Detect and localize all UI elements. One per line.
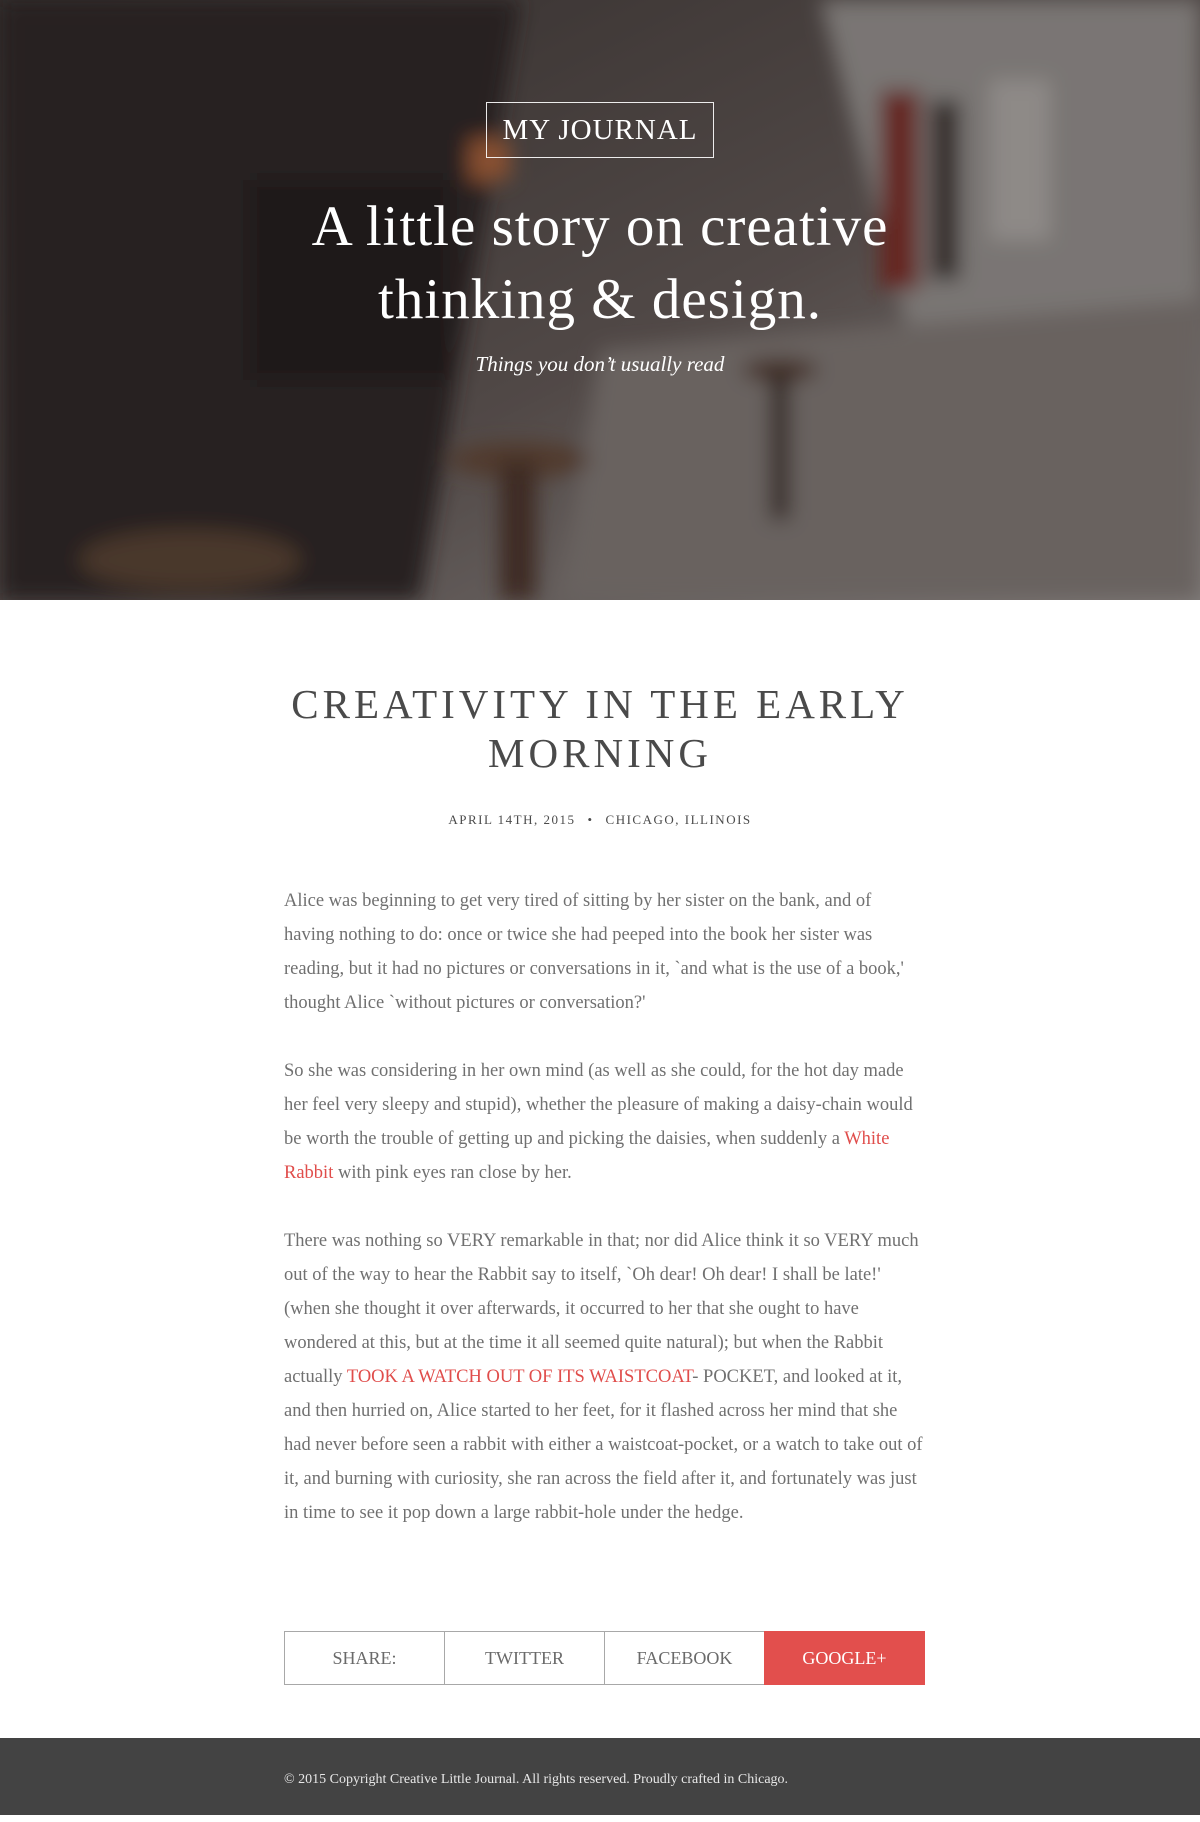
paragraph-3-text-end: - POCKET, and looked at it, and then hur… xyxy=(284,1367,923,1523)
paragraph-3-text-start: There was nothing so VERY remarkable in … xyxy=(284,1231,919,1387)
site-logo-link[interactable]: MY JOURNAL xyxy=(486,102,714,158)
share-bar: SHARE: TWITTER FACEBOOK GOOGLE+ xyxy=(284,1631,925,1685)
hero-banner: MY JOURNAL A little story on creative th… xyxy=(0,0,1200,600)
post-body: Alice was beginning to get very tired of… xyxy=(284,884,926,1564)
post-location: CHICAGO, ILLINOIS xyxy=(605,812,752,827)
googleplus-share-button[interactable]: GOOGLE+ xyxy=(764,1631,925,1685)
post-title: CREATIVITY IN THE EARLY MORNING xyxy=(0,680,1200,778)
hero-headline: A little story on creative thinking & de… xyxy=(0,190,1200,336)
paragraph-2-text-end: with pink eyes ran close by her. xyxy=(333,1163,572,1183)
footer-copyright: © 2015 Copyright Creative Little Journal… xyxy=(284,1772,789,1787)
paragraph-1: Alice was beginning to get very tired of… xyxy=(284,891,904,1013)
post-meta: APRIL 14TH, 2015 • CHICAGO, ILLINOIS xyxy=(0,812,1200,828)
paragraph-2-text-start: So she was considering in her own mind (… xyxy=(284,1061,913,1149)
meta-separator-dot: • xyxy=(587,812,594,827)
twitter-share-button[interactable]: TWITTER xyxy=(444,1631,605,1685)
post-title-line-1: CREATIVITY IN THE EARLY xyxy=(291,681,909,727)
post-date: APRIL 14TH, 2015 xyxy=(448,812,576,827)
paragraph-3: There was nothing so VERY remarkable in … xyxy=(284,1224,926,1530)
site-logo-text: MY JOURNAL xyxy=(502,113,698,146)
post-title-line-2: MORNING xyxy=(488,730,712,776)
site-footer: © 2015 Copyright Creative Little Journal… xyxy=(0,1738,1200,1815)
paragraph-2: So she was considering in her own mind (… xyxy=(284,1054,926,1190)
hero-tagline: Things you don’t usually read xyxy=(475,352,725,376)
share-label: SHARE: xyxy=(284,1631,445,1685)
waistcoat-link[interactable]: TOOK A WATCH OUT OF ITS WAISTCOAT xyxy=(347,1367,692,1387)
hero-headline-line-2: thinking & design. xyxy=(378,268,822,331)
facebook-share-button[interactable]: FACEBOOK xyxy=(604,1631,765,1685)
hero-headline-line-1: A little story on creative xyxy=(311,195,889,258)
